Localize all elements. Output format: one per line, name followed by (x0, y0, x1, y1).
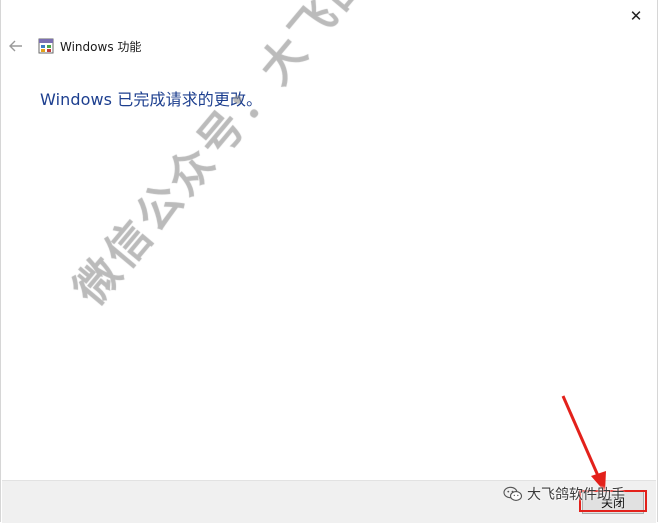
completion-message: Windows 已完成请求的更改。 (40, 90, 263, 109)
dialog-header: Windows 功能 (1, 32, 141, 60)
windows-features-dialog: ✕ Windows 功能 Windows 已完成请求的更改。 微信公众号：大飞鸽… (0, 0, 658, 523)
back-arrow-icon[interactable] (1, 32, 31, 60)
close-button[interactable]: 关闭 (582, 490, 644, 514)
windows-features-icon (38, 38, 54, 54)
window-close-glyph: ✕ (629, 7, 643, 25)
dialog-footer: 关闭 (2, 480, 656, 523)
window-close-icon[interactable]: ✕ (623, 4, 649, 28)
dialog-title: Windows 功能 (60, 39, 142, 54)
